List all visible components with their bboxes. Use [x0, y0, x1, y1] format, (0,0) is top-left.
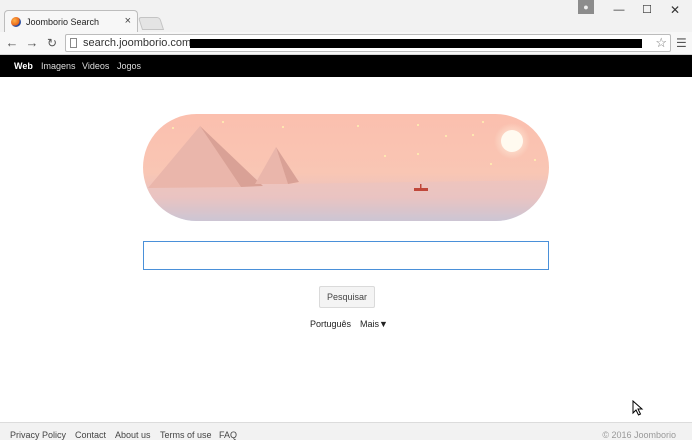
browser-toolbar: ← → ↻ search.joomborio.com ☆ ☰ [0, 32, 692, 55]
footer-link-privacy-policy[interactable]: Privacy Policy [10, 430, 66, 441]
moon-icon [501, 130, 523, 152]
back-arrow-icon[interactable]: ← [4, 35, 20, 51]
user-profile-icon[interactable]: ● [578, 0, 594, 14]
desert-pyramids-image [143, 114, 549, 221]
footer-link-about-us[interactable]: About us [115, 430, 151, 441]
page-footer: Privacy Policy Contact About us Terms of… [0, 422, 692, 440]
url-redaction [190, 39, 642, 48]
hero-illustration [143, 114, 549, 221]
new-tab-button[interactable] [137, 17, 165, 30]
tab-close-icon[interactable]: × [125, 16, 131, 27]
reload-icon[interactable]: ↻ [44, 35, 60, 51]
page-icon [70, 38, 77, 48]
mouse-cursor-icon [632, 400, 644, 416]
language-current[interactable]: Português [310, 318, 351, 330]
footer-link-terms-of-use[interactable]: Terms of use [160, 430, 212, 441]
nav-jogos[interactable]: Jogos [117, 60, 141, 72]
footer-link-faq[interactable]: FAQ [219, 430, 237, 441]
tab-title: Joomborio Search [26, 16, 100, 27]
minimize-button[interactable]: — [608, 2, 630, 18]
star-icon[interactable]: ☆ [655, 35, 667, 51]
nav-videos[interactable]: Videos [82, 60, 109, 72]
page-nav-bar: Web Imagens Videos Jogos [0, 55, 692, 77]
search-input[interactable] [143, 241, 549, 270]
browser-titlebar: Joomborio Search × ● — ☐ ✕ [0, 0, 692, 33]
hamburger-menu-icon[interactable]: ☰ [676, 36, 687, 50]
search-button[interactable]: Pesquisar [319, 286, 375, 308]
forward-arrow-icon[interactable]: → [24, 35, 40, 51]
maximize-button[interactable]: ☐ [636, 2, 658, 18]
footer-link-contact[interactable]: Contact [75, 430, 106, 441]
boat-icon [414, 188, 428, 191]
address-bar[interactable]: search.joomborio.com ☆ [65, 34, 671, 52]
site-favicon-icon [11, 16, 21, 27]
nav-imagens[interactable]: Imagens [41, 60, 76, 72]
copyright-text: © 2016 Joomborio [602, 430, 676, 440]
nav-web[interactable]: Web [14, 60, 33, 72]
close-window-button[interactable]: ✕ [664, 2, 686, 18]
browser-tab[interactable]: Joomborio Search × [4, 10, 138, 32]
language-more-dropdown[interactable]: Mais▼ [360, 318, 388, 330]
url-text[interactable]: search.joomborio.com [83, 36, 191, 50]
